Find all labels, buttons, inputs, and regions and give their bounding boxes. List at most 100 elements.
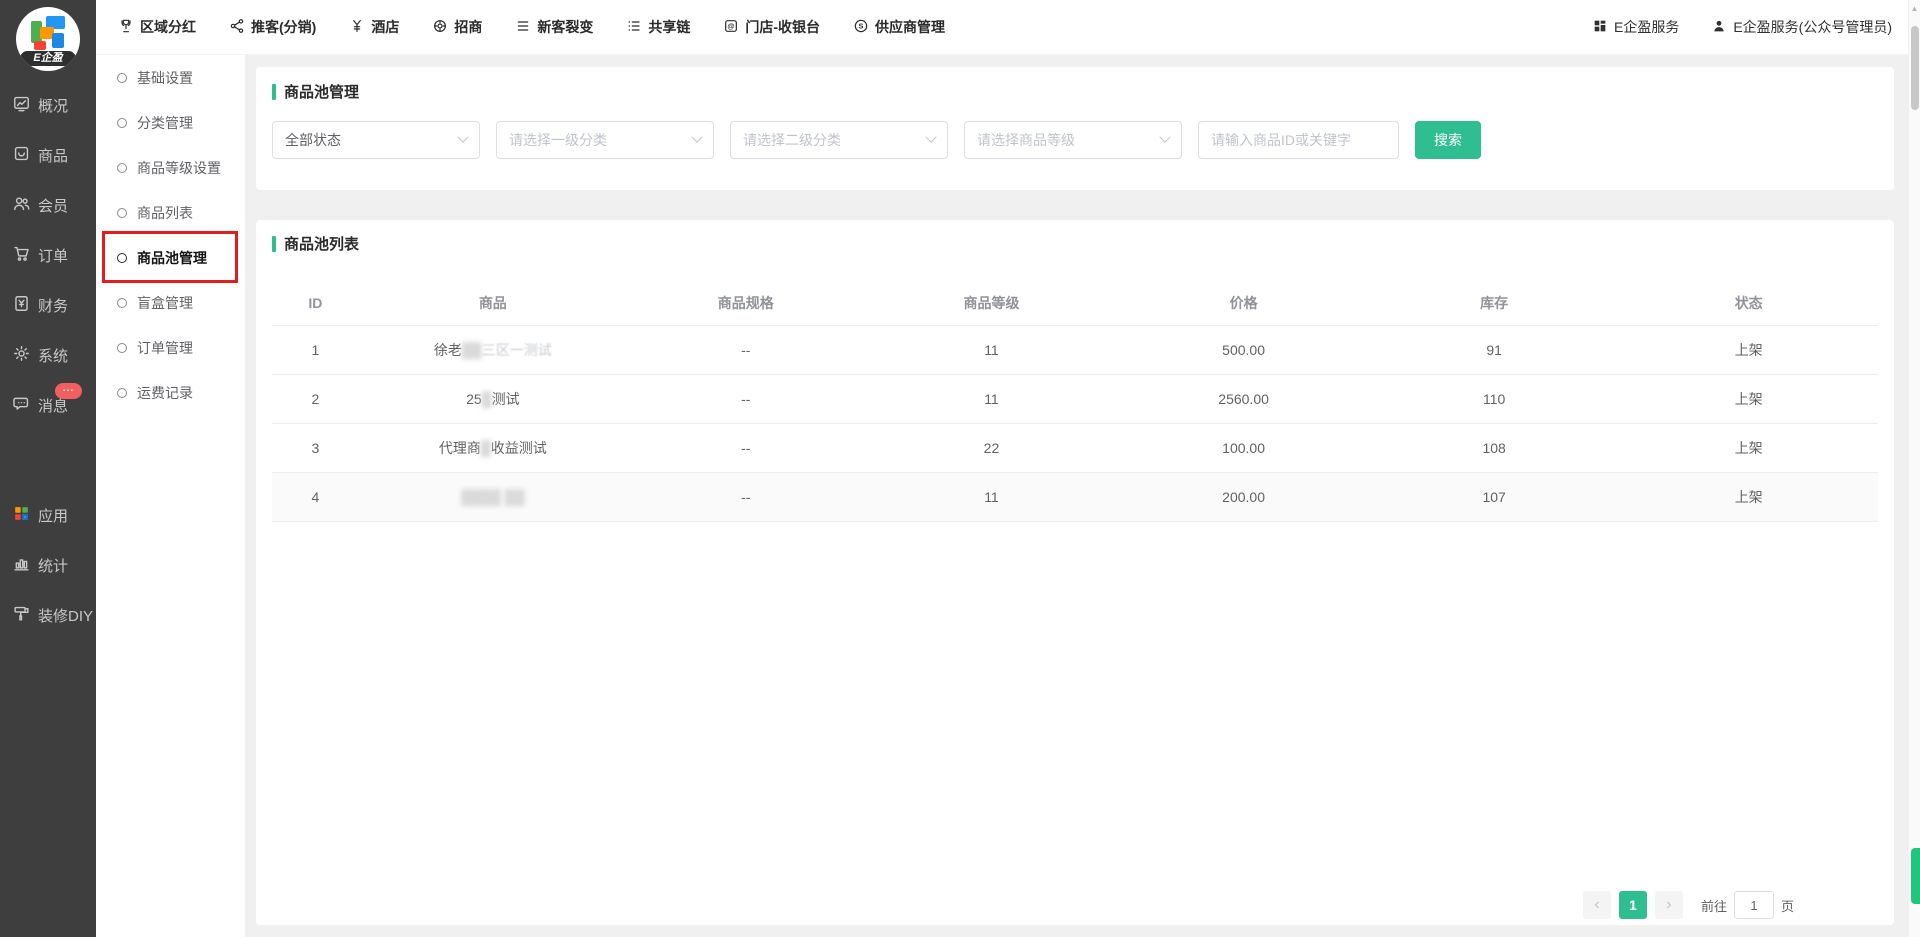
cell-level: 11 [865,472,1119,521]
sidebar-item-label: 应用 [38,505,68,526]
submenu-item-label: 分类管理 [137,113,193,133]
column-header-库存: 库存 [1369,281,1620,325]
topnav-items: 区域分红 推客(分销) 酒店 招商 新客裂变 共享链 @门店-收银台 S供应商管理 [118,17,945,37]
circle-icon [117,253,127,263]
sidebar-item-统计[interactable]: 统计 [0,540,96,590]
search-button[interactable]: 搜索 [1415,121,1481,159]
topnav-item-label: 新客裂变 [537,17,593,37]
submenu-item-分类管理[interactable]: 分类管理 [96,100,245,145]
column-header-商品等级: 商品等级 [865,281,1119,325]
category1-placeholder: 请选择一级分类 [509,130,607,150]
cell-product: 代理商█收益测试 [359,423,627,472]
circle-icon [117,343,127,353]
sidebar-item-装修DIY[interactable]: 装修DIY [0,590,96,640]
submenu-item-基础设置[interactable]: 基础设置 [96,55,245,100]
topnav-item-1[interactable]: 区域分红 [118,17,196,37]
title-accent-bar [272,84,276,100]
circle-icon [117,118,127,128]
category2-select[interactable]: 请选择二级分类 [730,121,948,159]
sidebar-item-订单[interactable]: 订单 [0,230,96,280]
keyword-input[interactable] [1198,121,1399,159]
investment-icon [432,18,448,37]
cell-product: ████ ██ [359,472,627,521]
submenu-item-盲盒管理[interactable]: 盲盒管理 [96,280,245,325]
scrollbar-thumb[interactable] [1911,26,1919,110]
topnav-item-3[interactable]: 酒店 [349,17,399,37]
topnav-item-8[interactable]: S供应商管理 [853,17,945,37]
cell-price: 200.00 [1118,472,1369,521]
sidebar-item-应用[interactable]: 应用 [0,490,96,540]
category1-select[interactable]: 请选择一级分类 [496,121,714,159]
goto-label: 前往 [1701,896,1727,915]
next-page-button[interactable]: › [1655,891,1683,919]
apps-icon [12,504,31,526]
column-header-价格: 价格 [1118,281,1369,325]
prev-page-button[interactable]: ‹ [1583,891,1611,919]
topnav-item-label: 酒店 [371,17,399,37]
chevron-down-icon [925,132,936,143]
cell-stock: 91 [1369,325,1620,374]
topnav-item-label: 共享链 [648,17,690,37]
page-1-button[interactable]: 1 [1619,891,1647,919]
goto-page-input[interactable] [1734,891,1774,919]
topnav-item-label: 推客(分销) [251,17,316,37]
sidebar-item-财务[interactable]: 财务 [0,280,96,330]
topnav-item-7[interactable]: @门店-收银台 [723,17,820,37]
list-card: 商品池列表 ID商品商品规格商品等级价格库存状态 1徐老██三区一测试--115… [256,220,1894,925]
goods-table-wrap: ID商品商品规格商品等级价格库存状态 1徐老██三区一测试--11500.009… [272,281,1878,522]
cell-spec: -- [627,374,865,423]
topnav-item-6[interactable]: 共享链 [626,17,690,37]
topnav-item-4[interactable]: 招商 [432,17,482,37]
sidebar-tools: 应用统计装修DIY [0,490,96,640]
page-unit-label: 页 [1781,896,1794,915]
sidebar-item-商品[interactable]: 商品 [0,130,96,180]
sidebar-item-系统[interactable]: 系统 [0,330,96,380]
column-header-ID: ID [272,281,359,325]
list-card-title: 商品池列表 [272,233,1878,254]
submenu-item-商品等级设置[interactable]: 商品等级设置 [96,145,245,190]
member-icon [12,194,31,216]
cell-price: 500.00 [1118,325,1369,374]
topnav-item-2[interactable]: 推客(分销) [229,17,316,37]
cell-price: 100.00 [1118,423,1369,472]
redacted-text: █ [481,440,491,456]
redacted-text: █ [482,391,492,407]
logo-text: E企盈 [20,51,76,66]
submenu-item-运费记录[interactable]: 运费记录 [96,370,245,415]
fission-icon [515,18,531,37]
circle-icon [117,163,127,173]
product-text: 测试 [492,391,520,407]
cell-status: 上架 [1619,423,1878,472]
scroll-up-icon[interactable]: ▲ [1909,0,1920,13]
topnav-item-5[interactable]: 新客裂变 [515,17,593,37]
submenu-item-商品列表[interactable]: 商品列表 [96,190,245,235]
level-select[interactable]: 请选择商品等级 [964,121,1182,159]
sidebar-item-消息[interactable]: 消息... [0,380,96,430]
app-logo[interactable]: E企盈 [16,7,80,71]
account-menu[interactable]: E企盈服务(公众号管理员) [1711,17,1892,37]
finance-icon [12,294,31,316]
submenu-item-商品池管理[interactable]: 商品池管理 [96,235,245,280]
status-select[interactable]: 全部状态 [272,121,480,159]
submenu-item-订单管理[interactable]: 订单管理 [96,325,245,370]
page-scrollbar[interactable]: ▲ [1908,0,1920,937]
sidebar-item-会员[interactable]: 会员 [0,180,96,230]
sidebar-item-label: 系统 [38,345,68,366]
table-header-row: ID商品商品规格商品等级价格库存状态 [272,281,1878,325]
table-row: 1徐老██三区一测试--11500.0091上架 [272,325,1878,374]
services-menu[interactable]: E企盈服务 [1592,17,1679,37]
circle-icon [117,388,127,398]
pagination: ‹ 1 › 前往 页 [1583,891,1794,919]
cell-id: 1 [272,325,359,374]
side-widget-handle[interactable] [1911,848,1920,904]
store-icon: @ [723,18,739,37]
cell-price: 2560.00 [1118,374,1369,423]
product-text: 代理商 [439,440,481,456]
order-icon [12,244,31,266]
sidebar-item-概况[interactable]: 概况 [0,80,96,130]
hotel-icon [349,18,365,37]
cell-id: 2 [272,374,359,423]
page-title: 商品池管理 [284,81,359,102]
diy-icon [12,604,31,626]
sidebar-item-label: 财务 [38,295,68,316]
